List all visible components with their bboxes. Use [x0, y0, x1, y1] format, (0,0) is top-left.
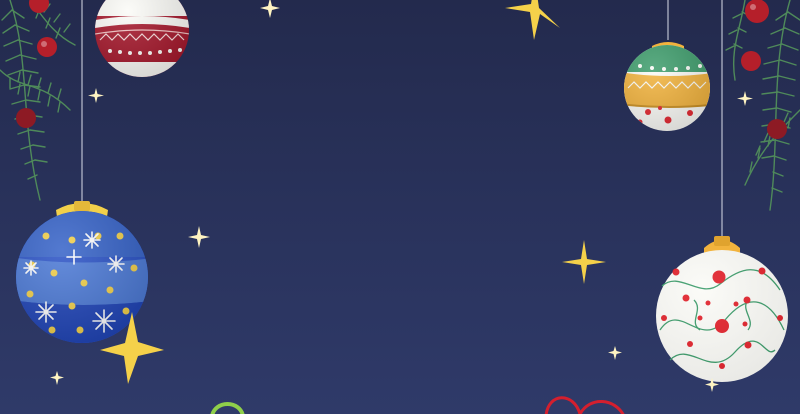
christmas-banner	[0, 0, 800, 414]
scene-canvas	[0, 0, 800, 414]
